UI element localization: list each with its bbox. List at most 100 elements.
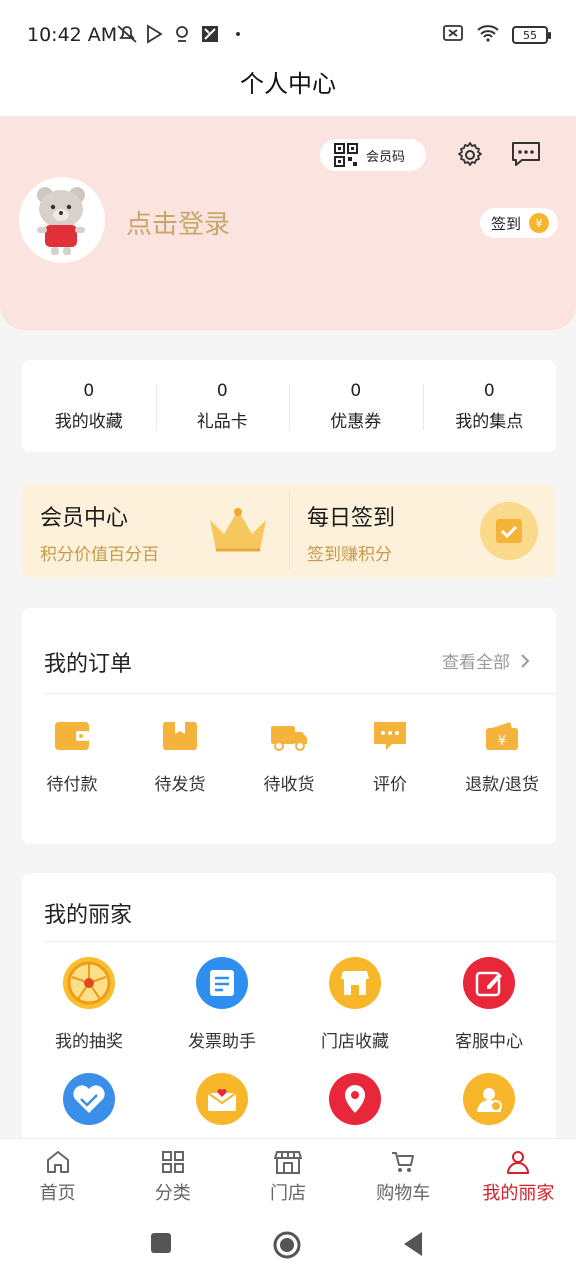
signin-label: 签到 — [491, 214, 522, 233]
login-link[interactable]: 点击登录 — [126, 204, 230, 241]
tab-cart[interactable]: 购物车 — [346, 1139, 461, 1210]
status-bar: 10:42 AM 55 — [0, 0, 576, 66]
member-code-label: 会员码 — [366, 149, 406, 165]
divider — [44, 941, 556, 942]
stat-count: 0 — [83, 380, 95, 401]
lottery-wheel-icon — [63, 957, 115, 1009]
order-pending-shipment[interactable]: 待发货 — [130, 720, 230, 795]
calendar-check-icon — [480, 502, 538, 560]
divider — [44, 693, 556, 694]
tab-category[interactable]: 分类 — [115, 1139, 230, 1210]
bulb-icon — [172, 24, 192, 44]
heart-envelope-icon — [196, 1073, 248, 1125]
family-item-6[interactable] — [162, 1073, 282, 1125]
daily-checkin-card[interactable]: 每日签到 签到赚积分 — [289, 484, 556, 578]
app-icon — [200, 24, 220, 44]
member-center-title: 会员中心 — [40, 506, 129, 531]
family-item-8[interactable] — [429, 1073, 549, 1125]
order-label: 待收货 — [263, 775, 315, 795]
person-icon — [507, 1151, 530, 1174]
member-center-card[interactable]: 会员中心 积分价值百分百 — [22, 484, 289, 578]
dot-icon — [228, 24, 248, 44]
cart-icon — [392, 1152, 415, 1172]
view-all-label: 查看全部 — [442, 653, 510, 673]
tab-my-family[interactable]: 我的丽家 — [461, 1139, 576, 1210]
wifi-icon — [476, 24, 500, 46]
qr-code-icon — [334, 143, 358, 167]
stats-panel: 0 我的收藏 0 礼品卡 0 优惠券 0 我的集点 — [22, 360, 556, 452]
signin-button[interactable]: 签到 ¥ — [480, 208, 558, 238]
back-icon[interactable] — [402, 1231, 424, 1257]
order-label: 待付款 — [46, 775, 98, 795]
my-orders-card: 我的订单 查看全部 待付款 待发货 待收货 评价 ¥ 退款/退货 — [22, 608, 556, 844]
store-favorites-item[interactable]: 门店收藏 — [295, 957, 415, 1052]
system-nav-bar — [0, 1210, 576, 1280]
grid-icon — [161, 1151, 184, 1173]
coin-icon: ¥ — [529, 213, 550, 233]
stat-count: 0 — [350, 380, 362, 401]
comment-icon — [374, 722, 406, 750]
fam-label: 门店收藏 — [321, 1032, 389, 1052]
order-review[interactable]: 评价 — [340, 720, 440, 795]
location-pin-icon — [329, 1073, 381, 1125]
daily-checkin-title: 每日签到 — [307, 506, 396, 531]
customer-service-item[interactable]: 客服中心 — [429, 957, 549, 1052]
invoice-icon — [196, 957, 248, 1009]
stat-points[interactable]: 0 我的集点 — [422, 360, 557, 452]
tab-label: 首页 — [39, 1183, 76, 1204]
status-time: 10:42 AM — [27, 24, 118, 46]
store-icon — [274, 1151, 302, 1174]
page-title: 个人中心 — [0, 60, 576, 116]
battery-icon: 55 — [512, 26, 551, 44]
refund-icon: ¥ — [486, 722, 518, 750]
view-all-link[interactable]: 查看全部 — [442, 648, 530, 673]
fam-label: 我的抽奖 — [55, 1032, 123, 1052]
avatar[interactable] — [19, 177, 105, 263]
stat-favorites[interactable]: 0 我的收藏 — [22, 360, 156, 452]
tab-label: 分类 — [154, 1183, 191, 1204]
svg-text:¥: ¥ — [498, 734, 506, 749]
order-pending-receipt[interactable]: 待收货 — [239, 720, 339, 795]
tab-home[interactable]: 首页 — [0, 1139, 115, 1210]
stat-count: 0 — [216, 380, 228, 401]
order-label: 退款/退货 — [465, 775, 539, 795]
tab-label: 我的丽家 — [482, 1183, 555, 1204]
invoice-item[interactable]: 发票助手 — [162, 957, 282, 1052]
family-item-5[interactable] — [29, 1073, 149, 1125]
recent-apps-icon[interactable] — [150, 1232, 172, 1254]
family-item-7[interactable] — [295, 1073, 415, 1125]
lottery-item[interactable]: 我的抽奖 — [29, 957, 149, 1052]
stat-gift-card[interactable]: 0 礼品卡 — [155, 360, 290, 452]
stat-label: 礼品卡 — [196, 411, 248, 432]
status-icons — [116, 24, 248, 44]
mute-icon — [116, 24, 137, 44]
handshake-icon — [63, 1073, 115, 1125]
user-card-icon — [463, 1073, 515, 1125]
order-label: 待发货 — [154, 775, 206, 795]
fam-label: 发票助手 — [188, 1032, 256, 1052]
member-center-subtitle: 积分价值百分百 — [40, 545, 159, 565]
stat-count: 0 — [483, 380, 495, 401]
chevron-right-icon — [521, 653, 530, 668]
stat-coupons[interactable]: 0 优惠券 — [289, 360, 423, 452]
order-refund[interactable]: ¥ 退款/退货 — [452, 720, 552, 795]
my-family-card: 我的丽家 我的抽奖 发票助手 门店收藏 客服中心 — [22, 873, 556, 1163]
daily-checkin-subtitle: 签到赚积分 — [307, 545, 392, 565]
home-icon — [46, 1151, 69, 1173]
tab-store[interactable]: 门店 — [230, 1139, 345, 1210]
member-code-button[interactable]: 会员码 — [320, 139, 426, 171]
tab-label: 购物车 — [376, 1183, 431, 1204]
bottom-tab-bar: 首页 分类 门店 购物车 我的丽家 — [0, 1138, 576, 1210]
status-right: 55 — [442, 24, 551, 46]
home-button-icon[interactable] — [272, 1230, 302, 1260]
message-icon[interactable] — [510, 140, 542, 168]
stat-label: 优惠券 — [330, 411, 382, 432]
edit-icon — [463, 957, 515, 1009]
order-pending-payment[interactable]: 待付款 — [22, 720, 122, 795]
crown-icon — [210, 508, 266, 552]
package-icon — [163, 722, 197, 750]
bear-mascot-icon — [37, 187, 85, 255]
profile-header: 会员码 点击登录 签到 ¥ — [0, 116, 576, 330]
truck-icon — [271, 726, 307, 751]
settings-gear-icon[interactable] — [456, 141, 484, 169]
